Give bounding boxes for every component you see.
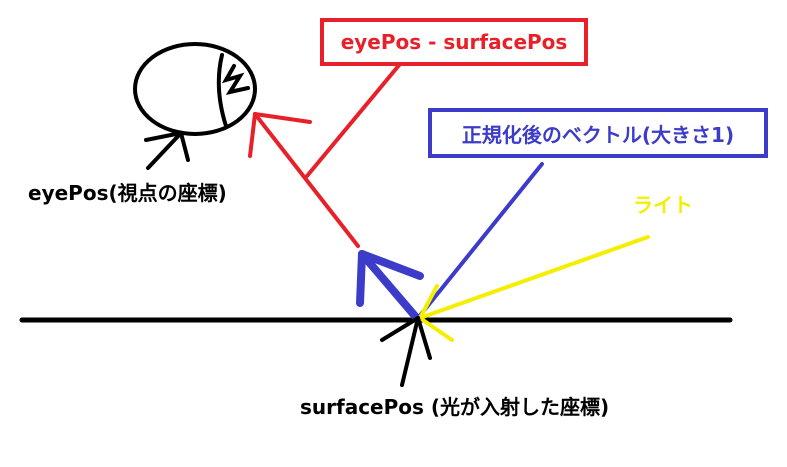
normalized-vector-label-box: 正規化後のベクトル(大きさ1) (428, 108, 768, 158)
surface-pos-label: surfacePos (光が入射した座標) (300, 395, 610, 419)
diagram-canvas: eyePos - surfacePos 正規化後のベクトル(大きさ1) ライト … (0, 0, 787, 467)
light-ray-arrow (418, 235, 650, 342)
surface-pointer-arrow (380, 316, 432, 387)
eye-scribble (221, 64, 250, 95)
diff-vector-label-box: eyePos - surfacePos (320, 18, 588, 66)
diff-vector-callout-line (305, 56, 407, 178)
eye-pos-label: eyePos(視点の座標) (28, 181, 227, 205)
normalized-vector-arrow (356, 162, 544, 320)
diff-vector-label: eyePos - surfacePos (340, 30, 568, 54)
eye-figure (133, 42, 257, 136)
eye-pointer-arrow (144, 131, 190, 170)
normalized-vector-label: 正規化後のベクトル(大きさ1) (461, 122, 735, 147)
eye-lens (216, 53, 228, 128)
diff-vector-arrow (248, 56, 407, 248)
light-label: ライト (633, 193, 693, 217)
